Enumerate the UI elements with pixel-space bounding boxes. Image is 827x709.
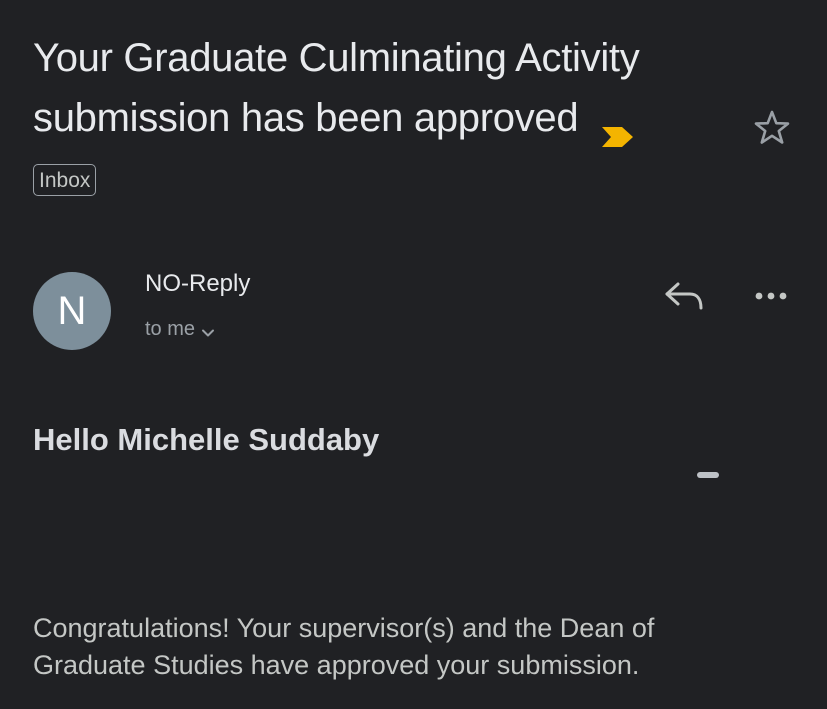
body-line-2: Graduate Studies have approved your subm… — [33, 650, 640, 680]
email-view: Your Graduate Culminating Activity submi… — [0, 0, 827, 709]
email-greeting: Hello Michelle Suddaby — [33, 422, 380, 457]
chevron-down-icon — [201, 323, 215, 337]
more-options-button[interactable] — [750, 284, 794, 308]
email-subject: Your Graduate Culminating Activity submi… — [33, 28, 733, 148]
inline-dash-image — [697, 472, 719, 478]
importance-marker-icon[interactable] — [600, 105, 634, 148]
email-body: Congratulations! Your supervisor(s) and … — [33, 610, 803, 684]
recipient-details-toggle[interactable]: to me — [145, 318, 215, 341]
subject-line-1: Your Graduate Culminating Activity — [33, 36, 640, 80]
body-line-1: Congratulations! Your supervisor(s) and … — [33, 613, 655, 643]
reply-button[interactable] — [662, 278, 706, 314]
reply-icon — [662, 282, 706, 318]
more-options-icon — [750, 292, 794, 312]
star-icon[interactable] — [752, 108, 792, 148]
sender-name: NO-Reply — [145, 270, 251, 297]
subject-line-2: submission has been approved — [33, 96, 579, 140]
recipient-label: to me — [145, 318, 196, 340]
avatar[interactable]: N — [33, 272, 111, 350]
inbox-label-chip[interactable]: Inbox — [33, 164, 97, 196]
